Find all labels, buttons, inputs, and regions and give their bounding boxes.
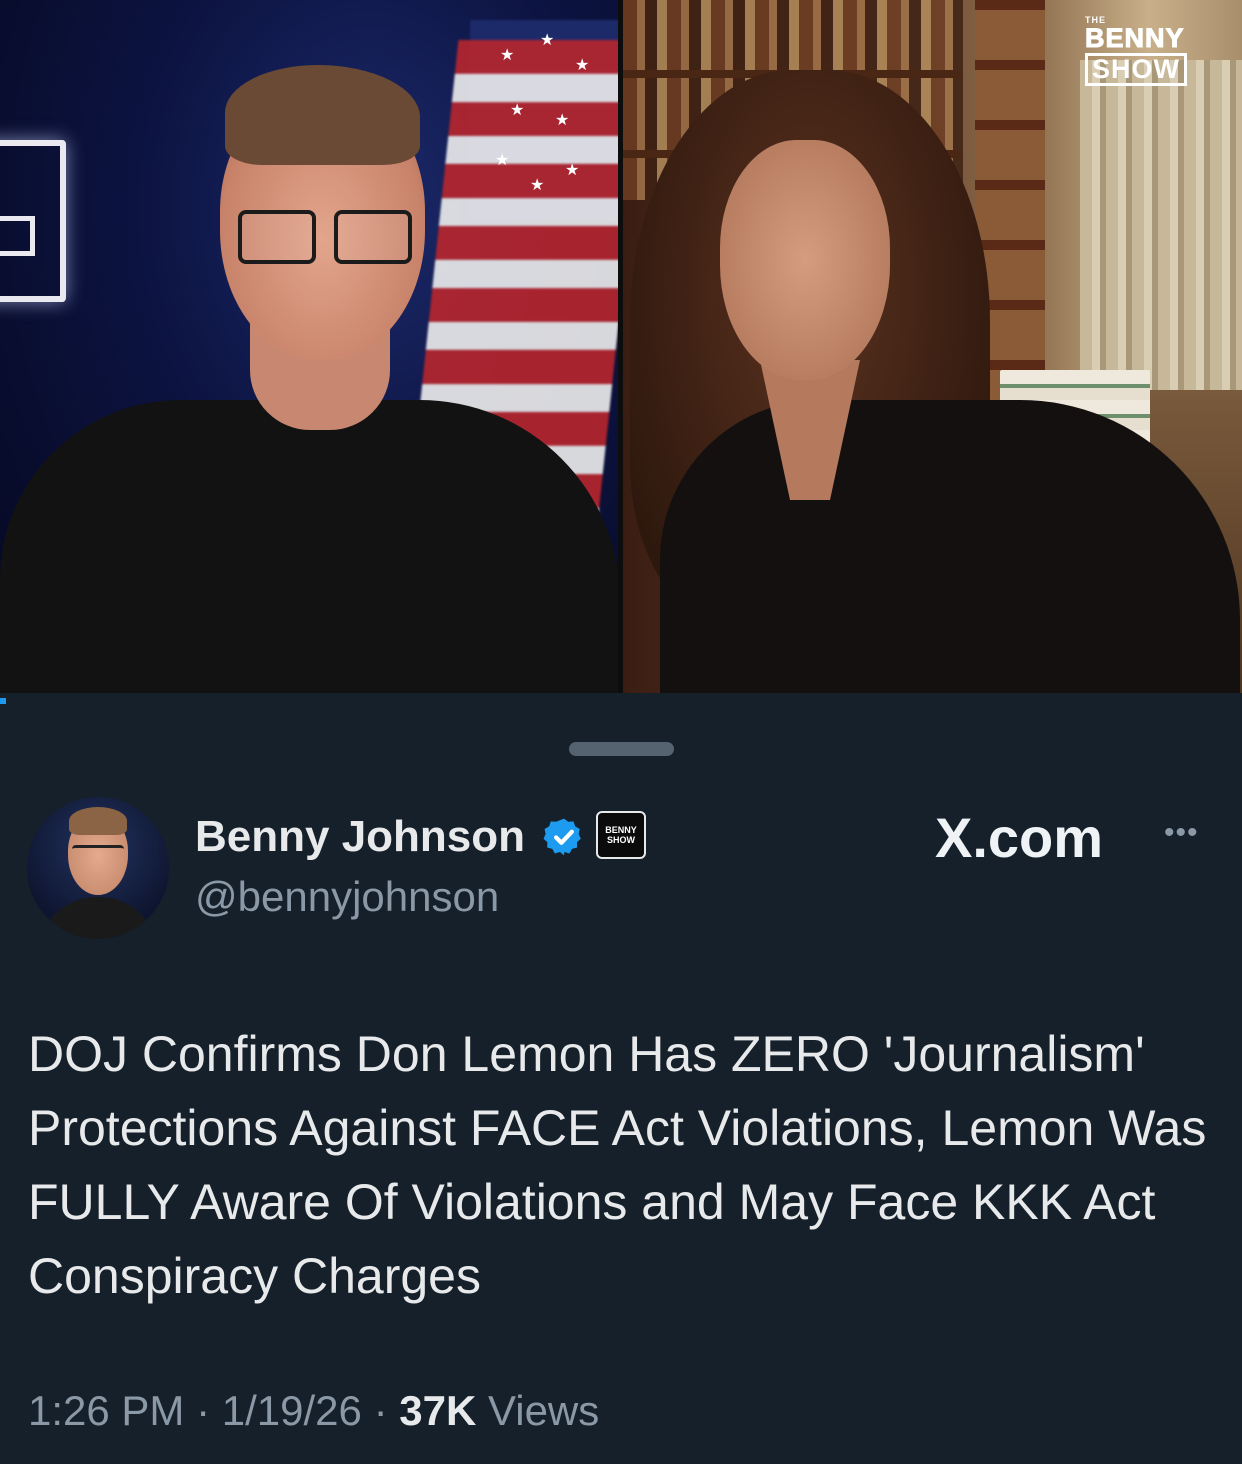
meta-separator: · <box>196 1387 211 1434</box>
author-name[interactable]: Benny Johnson <box>195 812 525 862</box>
partial-logo-sign <box>0 140 66 302</box>
logo-line2: SHOW <box>1085 53 1187 86</box>
post-media-video[interactable]: ★ ★ ★ ★ ★ ★ ★ ★ THE BENNY SHOW <box>0 0 1242 693</box>
more-horizontal-icon: ••• <box>1164 816 1199 849</box>
affiliate-badge-line2: SHOW <box>607 835 635 845</box>
post-text: DOJ Confirms Don Lemon Has ZERO 'Journal… <box>28 1026 1207 1304</box>
affiliate-badge-icon[interactable]: BENNY SHOW <box>596 811 646 859</box>
flag-star-icon: ★ <box>510 100 525 119</box>
affiliate-badge-line1: BENNY <box>605 825 637 835</box>
benny-show-logo: THE BENNY SHOW <box>1085 16 1209 86</box>
flag-star-icon: ★ <box>540 30 555 49</box>
author-handle[interactable]: @bennyjohnson <box>195 873 499 921</box>
verified-badge-icon <box>543 818 581 856</box>
video-pane-host: ★ ★ ★ ★ ★ ★ ★ ★ <box>0 0 618 693</box>
post-time[interactable]: 1:26 PM <box>28 1387 184 1434</box>
more-options-button[interactable]: ••• <box>1164 818 1199 848</box>
views-count: 37K <box>399 1387 477 1434</box>
meta-separator: · <box>373 1387 388 1434</box>
host-torso <box>0 400 618 693</box>
flag-star-icon: ★ <box>575 55 590 74</box>
post-date[interactable]: 1/19/26 <box>222 1387 362 1434</box>
guest-face <box>720 140 890 380</box>
flag-star-icon: ★ <box>565 160 580 179</box>
post-meta: 1:26 PM · 1/19/26 · 37K Views <box>28 1386 599 1436</box>
host-glasses <box>238 210 412 264</box>
guest-torso <box>660 400 1240 693</box>
video-progress-indicator <box>0 698 6 704</box>
logo-line1: BENNY <box>1085 23 1185 53</box>
flag-star-icon: ★ <box>555 110 570 129</box>
flag-star-icon: ★ <box>500 45 515 64</box>
flag-star-icon: ★ <box>530 175 545 194</box>
host-hair <box>225 65 420 165</box>
sheet-grabber-handle[interactable] <box>569 742 674 756</box>
avatar[interactable] <box>27 797 169 939</box>
flag-star-icon: ★ <box>495 150 510 169</box>
source-label: X.com <box>935 806 1104 869</box>
views-label: Views <box>487 1387 600 1434</box>
